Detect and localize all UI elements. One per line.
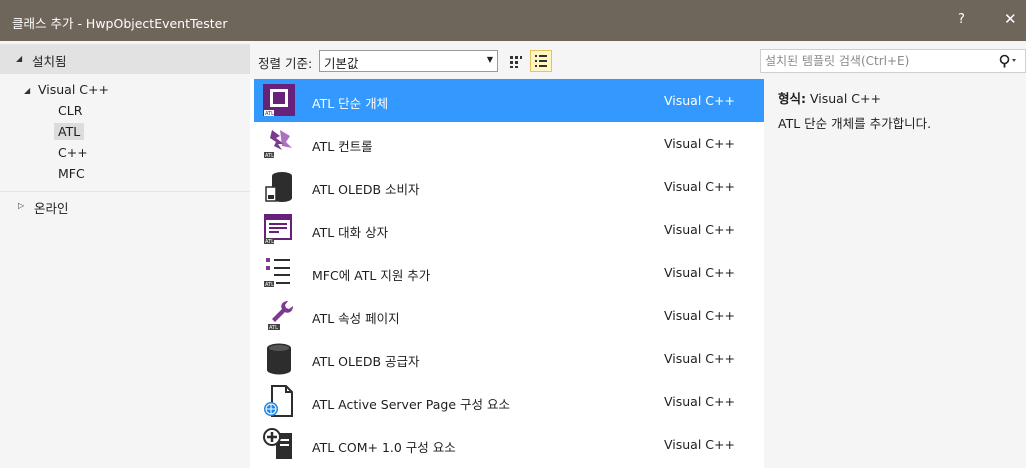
oledb-consumer-icon: [262, 169, 296, 203]
template-name: ATL 단순 개체: [312, 96, 389, 111]
svg-text:ATL: ATL: [265, 111, 274, 117]
grid-view-icon: [510, 56, 522, 68]
tree-item-atl-label: ATL: [54, 123, 85, 140]
template-language: Visual C++: [664, 351, 735, 366]
tree-node-installed-label: 설치됨: [32, 54, 67, 69]
tree-node-visual-cpp[interactable]: ◢ Visual C++: [24, 82, 109, 97]
template-name: ATL 대화 상자: [312, 225, 389, 240]
template-language: Visual C++: [664, 179, 735, 194]
tree-node-visual-cpp-label: Visual C++: [38, 82, 109, 97]
sort-dropdown[interactable]: 기본값 ▼: [319, 50, 498, 72]
list-item[interactable]: ATL COM+ 1.0 구성 요소 Visual C++: [254, 423, 764, 466]
property-page-icon: ATL: [262, 298, 296, 332]
template-name: ATL COM+ 1.0 구성 요소: [312, 440, 456, 455]
close-button[interactable]: ✕: [1004, 10, 1017, 28]
list-view-button[interactable]: [530, 50, 552, 72]
tree-item-atl[interactable]: ATL: [54, 123, 85, 140]
template-name: ATL Active Server Page 구성 요소: [312, 397, 510, 412]
tree-item-clr[interactable]: CLR: [58, 103, 82, 118]
tree-item-mfc[interactable]: MFC: [58, 166, 85, 181]
detail-description: ATL 단순 개체를 추가합니다.: [778, 116, 932, 131]
tree-divider: [0, 191, 250, 192]
svg-text:ATL: ATL: [265, 282, 274, 288]
template-language: Visual C++: [664, 265, 735, 280]
toolbar: 정렬 기준: 기본값 ▼: [250, 41, 1026, 79]
template-name: ATL 속성 페이지: [312, 311, 400, 326]
asp-component-icon: [262, 384, 296, 418]
atl-support-icon: ATL: [262, 255, 296, 289]
grid-view-button[interactable]: [504, 50, 526, 72]
title-bar: 클래스 추가 - HwpObjectEventTester ? ✕: [0, 0, 1026, 41]
template-language: Visual C++: [664, 136, 735, 151]
svg-text:ATL: ATL: [265, 239, 274, 245]
search-input[interactable]: [765, 53, 995, 69]
collapse-arrow-icon[interactable]: ◢: [24, 86, 30, 95]
list-item[interactable]: ATL ATL 속성 페이지 Visual C++: [254, 294, 764, 337]
template-language: Visual C++: [664, 308, 735, 323]
tree-node-online[interactable]: ▷ 온라인: [18, 198, 69, 217]
help-button[interactable]: ?: [958, 12, 965, 27]
list-view-icon: [535, 55, 547, 67]
expand-arrow-icon[interactable]: ▷: [18, 201, 24, 210]
svg-text:ATL: ATL: [265, 153, 274, 159]
list-item[interactable]: ATL ATL 대화 상자 Visual C++: [254, 208, 764, 251]
template-language: Visual C++: [664, 394, 735, 409]
template-search[interactable]: [760, 49, 1026, 73]
tree-node-online-label: 온라인: [34, 201, 69, 216]
atl-control-icon: ATL: [262, 126, 296, 160]
com-plus-component-icon: [262, 427, 296, 461]
category-tree: ◢ 설치됨 ◢ Visual C++ CLR ATL C++ MFC ▷ 온라인: [0, 41, 250, 468]
atl-dialog-icon: ATL: [262, 212, 296, 246]
detail-type-label: 형식:: [778, 91, 806, 106]
list-item[interactable]: ATL Active Server Page 구성 요소 Visual C++: [254, 380, 764, 423]
sort-label: 정렬 기준:: [258, 56, 313, 71]
tree-node-installed[interactable]: ◢ 설치됨: [0, 44, 250, 74]
list-item[interactable]: ATL ATL 단순 개체 Visual C++: [254, 79, 764, 122]
list-item[interactable]: ATL ATL 컨트롤 Visual C++: [254, 122, 764, 165]
chevron-down-icon: ▼: [486, 55, 493, 64]
detail-type: 형식: Visual C++: [778, 88, 881, 107]
search-icon[interactable]: [999, 54, 1017, 71]
tree-item-cpp[interactable]: C++: [58, 145, 88, 160]
detail-pane: 형식: Visual C++ ATL 단순 개체를 추가합니다.: [764, 79, 1026, 468]
template-name: ATL OLEDB 공급자: [312, 354, 420, 369]
list-item[interactable]: ATL OLEDB 공급자 Visual C++: [254, 337, 764, 380]
atl-simple-object-icon: ATL: [262, 83, 296, 117]
window-title: 클래스 추가 - HwpObjectEventTester: [12, 16, 228, 31]
template-name: MFC에 ATL 지원 추가: [312, 268, 431, 283]
template-name: ATL 컨트롤: [312, 139, 373, 154]
list-item[interactable]: ATL OLEDB 소비자 Visual C++: [254, 165, 764, 208]
template-list: ATL ATL 단순 개체 Visual C++ ATL ATL 컨트롤 Vis…: [254, 79, 764, 468]
svg-text:ATL: ATL: [269, 325, 278, 331]
detail-type-value: Visual C++: [809, 91, 881, 106]
template-language: Visual C++: [664, 93, 735, 108]
template-name: ATL OLEDB 소비자: [312, 182, 420, 197]
collapse-arrow-icon[interactable]: ◢: [16, 54, 22, 63]
template-language: Visual C++: [664, 437, 735, 452]
oledb-provider-icon: [262, 341, 296, 375]
list-item[interactable]: ATL MFC에 ATL 지원 추가 Visual C++: [254, 251, 764, 294]
template-language: Visual C++: [664, 222, 735, 237]
sort-dropdown-value: 기본값: [324, 56, 359, 71]
